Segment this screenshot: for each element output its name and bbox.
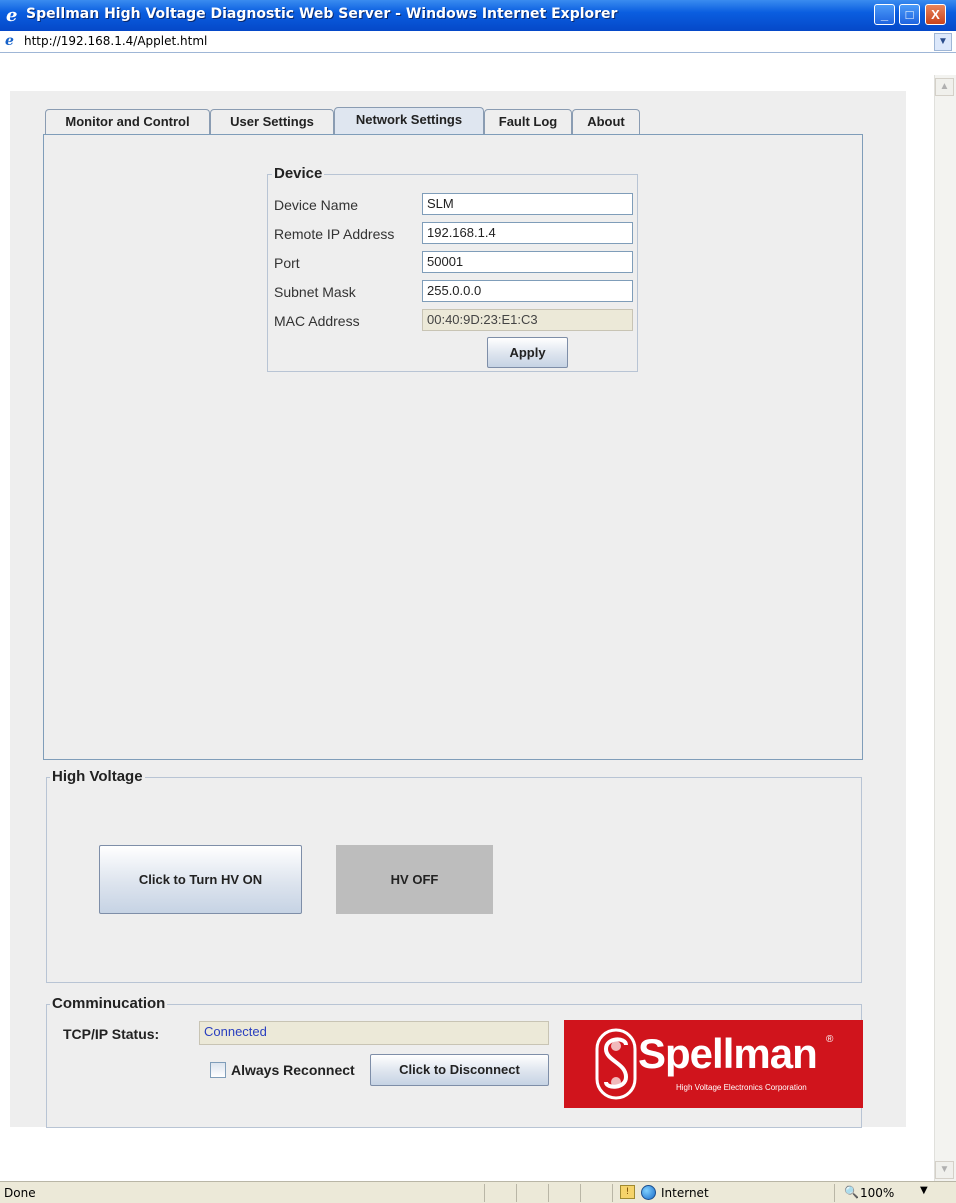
status-separator bbox=[548, 1184, 549, 1202]
communication-legend: Comminucation bbox=[50, 995, 168, 1012]
page-icon: e bbox=[5, 33, 14, 49]
zoom-level[interactable]: 100% bbox=[860, 1186, 894, 1200]
close-button[interactable]: X bbox=[925, 4, 946, 25]
zoom-icon[interactable]: 🔍 bbox=[844, 1185, 859, 1199]
status-text: Done bbox=[4, 1186, 36, 1200]
tab-fault-log[interactable]: Fault Log bbox=[484, 109, 572, 134]
hv-status-indicator: HV OFF bbox=[336, 845, 493, 914]
tab-about[interactable]: About bbox=[572, 109, 640, 134]
subnet-mask-field[interactable]: 255.0.0.0 bbox=[422, 280, 633, 302]
address-url[interactable]: http://192.168.1.4/Applet.html bbox=[24, 34, 207, 48]
maximize-button[interactable]: □ bbox=[899, 4, 920, 25]
spellman-tagline: High Voltage Electronics Corporation bbox=[676, 1083, 807, 1092]
tcpip-status-label: TCP/IP Status: bbox=[63, 1026, 160, 1042]
turn-hv-on-button[interactable]: Click to Turn HV ON bbox=[99, 845, 302, 914]
mac-address-field: 00:40:9D:23:E1:C3 bbox=[422, 309, 633, 331]
device-name-label: Device Name bbox=[274, 197, 359, 213]
window-titlebar: e Spellman High Voltage Diagnostic Web S… bbox=[0, 0, 956, 31]
tab-network-settings[interactable]: Network Settings bbox=[334, 107, 484, 134]
ie-logo-icon: e bbox=[6, 5, 18, 26]
vertical-scrollbar[interactable] bbox=[934, 75, 956, 1181]
registered-mark: ® bbox=[826, 1034, 834, 1045]
status-bar: Done ! Internet 🔍 100% ▼ bbox=[0, 1181, 956, 1203]
device-name-field[interactable]: SLM bbox=[422, 193, 633, 215]
window-title: Spellman High Voltage Diagnostic Web Ser… bbox=[26, 6, 618, 22]
disconnect-button[interactable]: Click to Disconnect bbox=[370, 1054, 549, 1086]
security-lock-icon[interactable]: ! bbox=[620, 1185, 635, 1199]
status-separator bbox=[834, 1184, 835, 1202]
address-bar[interactable]: e http://192.168.1.4/Applet.html ▼ bbox=[0, 31, 956, 53]
zone-label: Internet bbox=[661, 1186, 709, 1200]
internet-zone-icon bbox=[641, 1185, 656, 1200]
remote-ip-field[interactable]: 192.168.1.4 bbox=[422, 222, 633, 244]
scroll-down-arrow-icon[interactable]: ▼ bbox=[935, 1161, 954, 1179]
minimize-button[interactable]: _ bbox=[874, 4, 895, 25]
spellman-logo: Spellman ® High Voltage Electronics Corp… bbox=[564, 1020, 863, 1108]
device-legend: Device bbox=[272, 165, 325, 182]
zoom-dropdown-icon[interactable]: ▼ bbox=[920, 1185, 928, 1196]
always-reconnect-label: Always Reconnect bbox=[231, 1062, 355, 1078]
apply-button[interactable]: Apply bbox=[487, 337, 568, 368]
tcpip-status-field: Connected bbox=[199, 1021, 549, 1045]
scroll-up-arrow-icon[interactable]: ▲ bbox=[935, 78, 954, 96]
status-separator bbox=[484, 1184, 485, 1202]
status-separator bbox=[612, 1184, 613, 1202]
mac-address-label: MAC Address bbox=[274, 313, 360, 329]
spellman-emblem-icon bbox=[595, 1028, 637, 1100]
tab-user-settings[interactable]: User Settings bbox=[210, 109, 334, 134]
status-separator bbox=[516, 1184, 517, 1202]
address-dropdown-button[interactable]: ▼ bbox=[934, 33, 952, 51]
always-reconnect-checkbox[interactable] bbox=[210, 1062, 226, 1078]
remote-ip-label: Remote IP Address bbox=[274, 226, 395, 242]
port-label: Port bbox=[274, 255, 300, 271]
subnet-mask-label: Subnet Mask bbox=[274, 284, 356, 300]
high-voltage-legend: High Voltage bbox=[50, 768, 145, 785]
port-field[interactable]: 50001 bbox=[422, 251, 633, 273]
tab-monitor-and-control[interactable]: Monitor and Control bbox=[45, 109, 210, 134]
status-separator bbox=[580, 1184, 581, 1202]
spellman-brand: Spellman bbox=[638, 1030, 818, 1077]
